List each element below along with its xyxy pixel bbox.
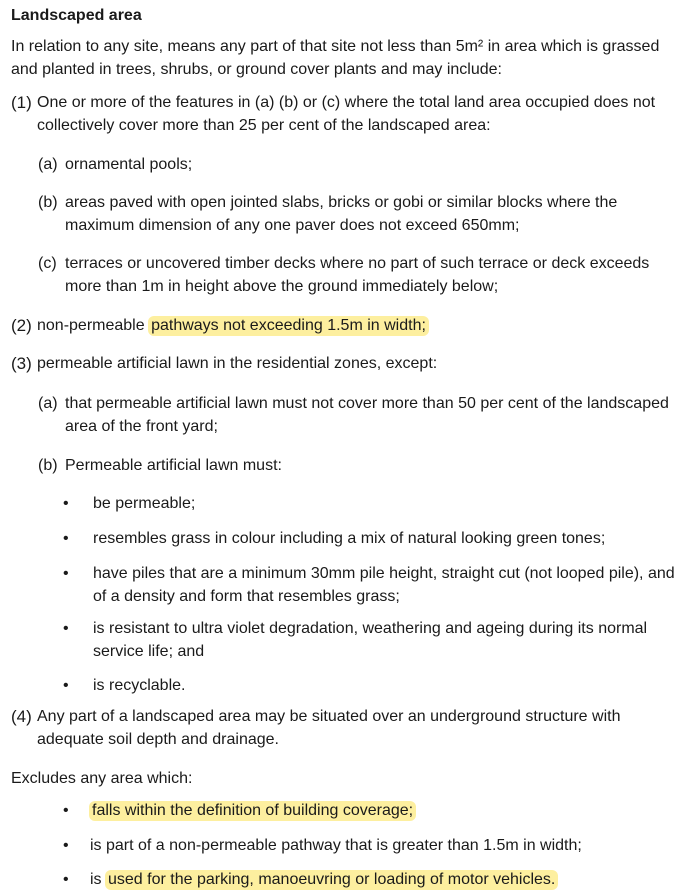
bullet-glyph: • xyxy=(63,530,69,547)
lawn-bullet-1: be permeable; xyxy=(93,495,196,512)
item-3a-text: that permeable artificial lawn must not … xyxy=(65,395,669,435)
excludes-bullet-3-highlighted-text: used for the parking, manoeuvring or loa… xyxy=(105,870,559,890)
lawn-bullet-4: is resistant to ultra violet degradation… xyxy=(93,620,648,660)
bullet-glyph: • xyxy=(63,871,69,888)
bullet-glyph: • xyxy=(63,837,69,854)
lawn-bullet-3: have piles that are a minimum 30mm pile … xyxy=(93,565,675,605)
item-3b-label: (b) xyxy=(38,457,58,474)
excludes-heading: Excludes any area which: xyxy=(11,770,193,787)
item-3-text: permeable artificial lawn in the residen… xyxy=(37,355,438,372)
item-1a-text: ornamental pools; xyxy=(65,156,193,173)
item-2-number: (2) xyxy=(11,316,32,335)
excludes-bullet-3: is used for the parking, manoeuvring or … xyxy=(90,868,680,891)
item-1b-label: (b) xyxy=(38,194,58,211)
bullet-glyph: • xyxy=(63,565,69,582)
item-3b-text: Permeable artificial lawn must: xyxy=(65,457,282,474)
item-1b-text: areas paved with open jointed slabs, bri… xyxy=(65,194,618,234)
item-3-number: (3) xyxy=(11,354,32,373)
item-1c-label: (c) xyxy=(38,255,57,272)
item-1-number: (1) xyxy=(11,93,32,112)
item-1c-text: terraces or uncovered timber decks where… xyxy=(65,255,650,295)
bullet-glyph: • xyxy=(63,620,69,637)
item-2-highlighted-text: pathways not exceeding 1.5m in width; xyxy=(148,316,429,336)
definition-title: Landscaped area xyxy=(11,7,142,24)
item-1a-label: (a) xyxy=(38,156,58,173)
item-4-text: Any part of a landscaped area may be sit… xyxy=(37,708,621,748)
item-3a-label: (a) xyxy=(38,395,58,412)
bullet-glyph: • xyxy=(63,677,69,694)
item-4-number: (4) xyxy=(11,707,32,726)
item-2-plain-text: non-permeable xyxy=(37,317,150,334)
lawn-bullet-5: is recyclable. xyxy=(93,677,186,694)
lawn-bullet-2: resembles grass in colour including a mi… xyxy=(93,530,606,547)
excludes-bullet-1: falls within the definition of building … xyxy=(89,799,680,822)
excludes-bullet-2: is part of a non-permeable pathway that … xyxy=(90,837,582,854)
bullet-glyph: • xyxy=(63,802,69,819)
excludes-bullet-3-plain-text: is xyxy=(90,871,106,888)
item-2-text: non-permeable pathways not exceeding 1.5… xyxy=(37,314,677,337)
excludes-bullet-1-highlighted-text: falls within the definition of building … xyxy=(89,801,417,821)
bullet-glyph: • xyxy=(63,495,69,512)
intro-paragraph: In relation to any site, means any part … xyxy=(11,38,660,78)
item-1-text: One or more of the features in (a) (b) o… xyxy=(37,94,656,134)
